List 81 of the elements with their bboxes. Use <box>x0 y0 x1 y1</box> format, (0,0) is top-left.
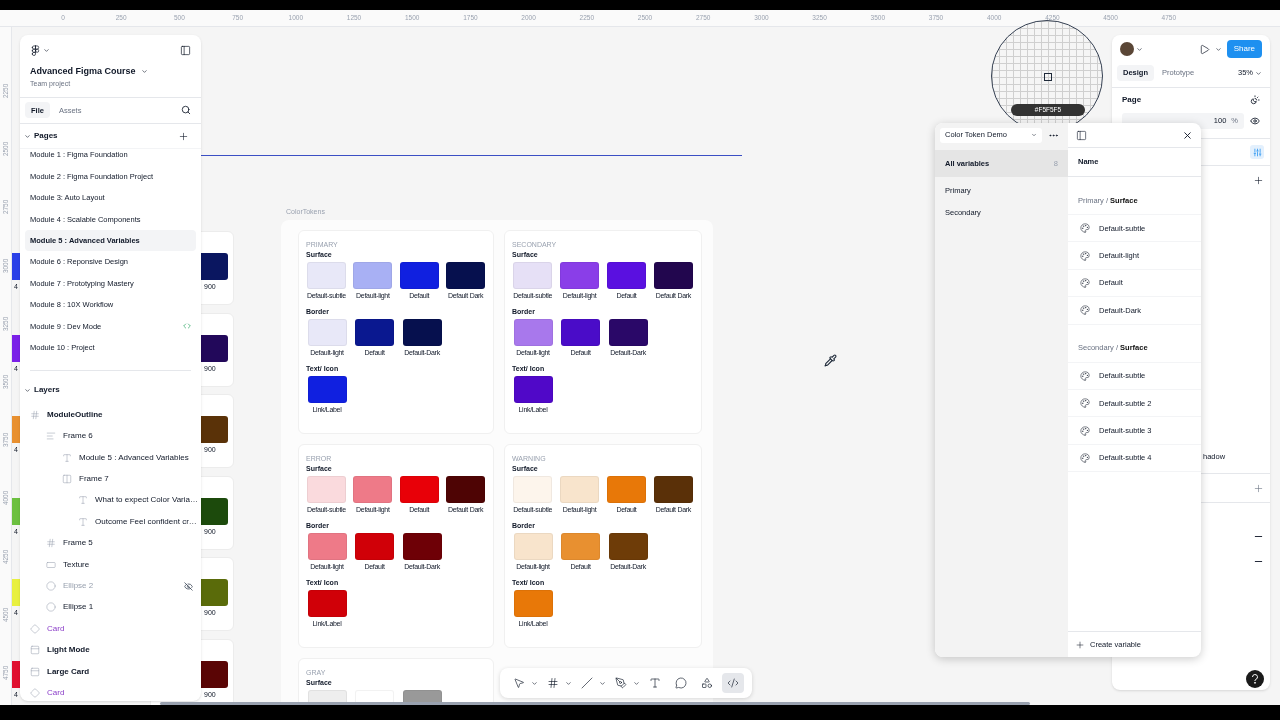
ellipse-icon <box>46 602 56 613</box>
layer-row[interactable]: Outcome Feel confident cr… <box>20 511 201 533</box>
toggle-icon[interactable] <box>1250 95 1260 105</box>
layer-row[interactable]: Module 5 : Advanced Variables <box>20 447 201 469</box>
variables-button[interactable] <box>1250 145 1264 159</box>
add-icon[interactable] <box>178 130 189 142</box>
add-icon[interactable] <box>1253 174 1264 186</box>
caret-icon <box>1031 132 1037 138</box>
eyedropper-icon <box>824 354 837 367</box>
layer-row[interactable]: Frame 5 <box>20 532 201 554</box>
layer-row[interactable]: Card <box>20 618 201 640</box>
rect-icon <box>46 559 56 570</box>
layer-row[interactable]: Light Mode <box>20 639 201 661</box>
dev-icon <box>727 677 739 689</box>
section-icon <box>30 666 40 677</box>
section-title: Pages <box>34 130 58 143</box>
hidden-icon[interactable] <box>184 581 193 591</box>
chevron-icon[interactable] <box>24 386 31 394</box>
text-icon <box>78 516 88 527</box>
close-icon[interactable] <box>1182 129 1193 141</box>
caret-icon[interactable] <box>599 679 606 687</box>
palette-icon <box>1080 452 1090 463</box>
text-icon <box>62 452 72 463</box>
text-icon <box>78 495 88 506</box>
line-icon <box>581 677 593 689</box>
pen-icon <box>615 677 627 689</box>
frame-icon <box>547 677 559 689</box>
caret-icon[interactable] <box>1136 45 1143 53</box>
palette-icon <box>1080 425 1090 436</box>
palette-icon <box>1080 250 1090 261</box>
chevron-icon[interactable] <box>24 132 31 140</box>
layer-row[interactable]: Ellipse 1 <box>20 596 201 619</box>
caret-icon[interactable] <box>140 68 148 76</box>
caret-icon[interactable] <box>633 679 640 687</box>
caret-icon[interactable] <box>43 47 50 55</box>
figma-icon[interactable] <box>30 45 41 57</box>
layer-row[interactable]: What to expect Color Varia… <box>20 489 201 512</box>
frame-icon <box>46 538 56 549</box>
help-button[interactable] <box>1246 670 1264 688</box>
palette-icon <box>1080 398 1090 409</box>
component-icon <box>30 687 40 698</box>
dev-tool[interactable] <box>722 673 744 693</box>
layer-row[interactable]: Large Card <box>20 660 201 683</box>
palette-icon <box>1080 223 1090 234</box>
caret-icon[interactable] <box>531 679 538 687</box>
help-icon <box>1251 674 1259 684</box>
eye-icon[interactable] <box>1250 116 1260 126</box>
palette-icon <box>1080 370 1090 381</box>
layer-row[interactable]: ModuleOutline <box>20 404 201 426</box>
palette-icon <box>1080 305 1090 316</box>
avatar[interactable] <box>1120 42 1134 56</box>
move-icon <box>513 677 525 689</box>
add-icon <box>1075 639 1085 650</box>
section-icon <box>30 645 40 656</box>
comment-icon <box>675 677 687 689</box>
frame-icon <box>30 409 40 420</box>
caret-icon[interactable] <box>565 679 572 687</box>
sidebar-icon[interactable] <box>1076 129 1087 141</box>
sliders-icon <box>1252 147 1262 157</box>
hstack-icon <box>62 474 72 485</box>
layer-row[interactable]: Card <box>20 682 201 701</box>
caret-icon[interactable] <box>1214 45 1222 53</box>
search-icon[interactable] <box>181 105 191 116</box>
code-icon <box>183 322 191 331</box>
layer-row[interactable]: Frame 7 <box>20 468 201 490</box>
caret-icon[interactable] <box>1255 69 1262 77</box>
layer-row[interactable]: Texture <box>20 553 201 576</box>
play-icon[interactable] <box>1198 43 1210 55</box>
actions-icon <box>701 677 713 689</box>
vstack-icon <box>46 431 56 442</box>
file-name[interactable]: Advanced Figma Course <box>30 64 136 79</box>
palette-icon <box>1080 277 1090 288</box>
section-title: Layers <box>34 384 60 397</box>
pixel-marker <box>1044 73 1052 81</box>
layer-row[interactable]: Frame 6 <box>20 425 201 447</box>
component-icon <box>30 623 40 634</box>
text-icon <box>649 677 661 689</box>
section-title: Page <box>1122 94 1142 106</box>
sidebar-icon[interactable] <box>180 45 191 57</box>
ellipse-icon <box>46 581 56 591</box>
scrollbar[interactable] <box>160 702 1030 705</box>
